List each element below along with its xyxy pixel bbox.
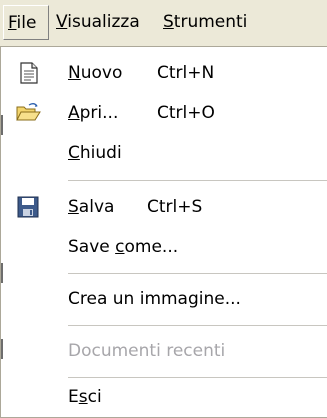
menu-item-crea-immagine-label: Crea un immagine... [68, 289, 241, 309]
menu-strumenti[interactable]: Strumenti [159, 5, 251, 40]
menu-strumenti-mnemonic: S [163, 12, 174, 32]
menu-visualizza[interactable]: Visualizza [52, 5, 144, 40]
new-document-icon [15, 61, 41, 85]
menu-item-chiudi[interactable]: Chiudi [1, 133, 327, 173]
menu-item-esci[interactable]: Esci [1, 377, 327, 417]
menu-bar: File Visualizza Strumenti [0, 0, 327, 46]
label-suffix: hiudi [79, 143, 122, 163]
menu-item-apri[interactable]: Apri... Ctrl+O [1, 93, 327, 133]
label-prefix: E [68, 387, 79, 407]
label-mnemonic: A [68, 103, 80, 123]
label-prefix: Save [68, 237, 116, 257]
label-mnemonic: N [68, 63, 81, 83]
file-menu-dropdown: Nuovo Ctrl+N Apri... Ctrl+O Chiudi Salva… [0, 46, 327, 418]
menu-item-nuovo[interactable]: Nuovo Ctrl+N [1, 53, 327, 93]
menu-item-documenti-recenti-label: Documenti recenti [68, 341, 226, 361]
label-suffix: alva [78, 197, 115, 217]
menu-item-crea-immagine[interactable]: Crea un immagine... [1, 279, 327, 319]
menu-separator [68, 180, 327, 181]
menu-item-salva-shortcut: Ctrl+S [147, 197, 203, 217]
menu-separator [68, 273, 327, 274]
label-suffix: uovo [80, 63, 123, 83]
menu-item-salva-label: Salva [68, 187, 114, 227]
label-mnemonic: c [115, 237, 125, 257]
menu-item-apri-label: Apri... [68, 93, 118, 133]
label-suffix: ci [87, 387, 102, 407]
menu-item-save-come-label: Save come... [68, 227, 178, 267]
menu-file-mnemonic: F [8, 13, 17, 33]
menu-item-documenti-recenti: Documenti recenti [1, 331, 327, 371]
menu-file[interactable]: File [3, 5, 49, 40]
label-mnemonic: S [68, 197, 79, 217]
menu-item-save-come[interactable]: Save come... [1, 227, 327, 267]
menu-visualizza-label: isualizza [67, 12, 140, 32]
menu-item-apri-shortcut: Ctrl+O [157, 103, 215, 123]
label-suffix: ome... [124, 237, 179, 257]
label-mnemonic: s [78, 387, 88, 407]
label-suffix: pri... [79, 103, 119, 123]
menu-file-label: ile [16, 13, 37, 33]
floppy-disk-icon [15, 195, 41, 219]
menu-item-chiudi-label: Chiudi [68, 133, 122, 173]
menu-item-nuovo-label: Nuovo [68, 53, 122, 93]
menu-item-salva[interactable]: Salva Ctrl+S [1, 187, 327, 227]
open-folder-icon [15, 101, 41, 125]
menu-item-nuovo-shortcut: Ctrl+N [157, 63, 215, 83]
menu-visualizza-mnemonic: V [56, 12, 68, 32]
menu-separator [68, 325, 327, 326]
label-mnemonic: C [68, 143, 80, 163]
menu-strumenti-label: trumenti [173, 12, 248, 32]
menu-item-esci-label: Esci [68, 377, 102, 417]
